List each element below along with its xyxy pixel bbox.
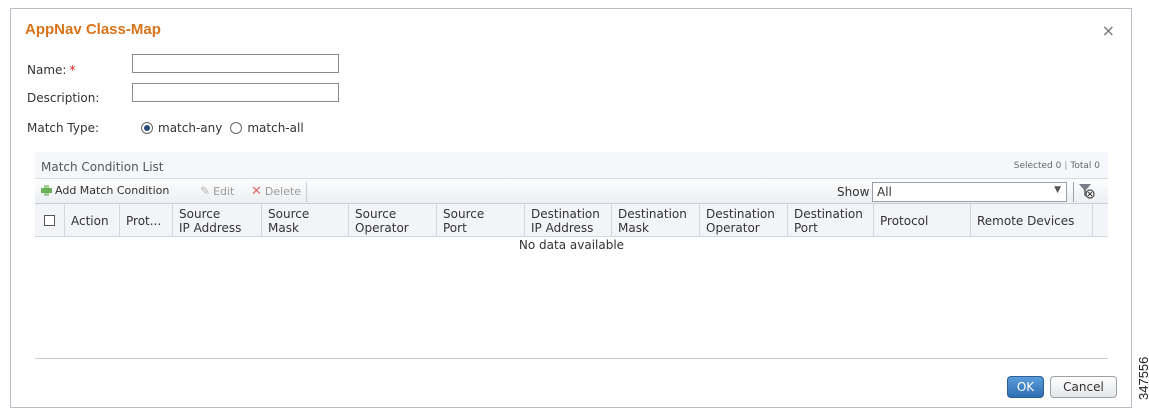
panel-title: Match Condition List [41,160,164,174]
name-input[interactable] [132,54,339,73]
description-input[interactable] [132,83,339,102]
pencil-icon: ✎ [200,184,211,198]
column-header[interactable]: Destination Mask [612,204,700,237]
match-all-radio[interactable] [230,122,243,134]
name-label: Name: * [27,63,75,77]
edit-button[interactable]: ✎ Edit [200,184,234,198]
column-header[interactable]: Destination IP Address [525,204,612,237]
column-header-line: IP Address [179,220,242,235]
delete-button[interactable]: ✕ Delete [251,184,301,199]
grid-toolbar: Add Match Condition ✎ Edit ✕ Delete Show… [35,178,1108,204]
column-header-text: Source IP Address [179,207,241,235]
select-all-column [35,204,65,237]
column-header-text: Source Mask [268,207,309,235]
column-header-line: IP Address [531,220,594,235]
select-all-checkbox[interactable] [44,215,55,226]
delete-x-icon: ✕ [251,184,262,199]
add-match-condition-label: Add Match Condition [55,184,170,197]
column-header[interactable]: Protocol [874,204,971,237]
close-icon[interactable]: × [1102,21,1115,40]
column-header-text: Prot... [126,213,162,228]
dialog-title: AppNav Class-Map [25,21,161,38]
ok-button[interactable]: OK [1007,376,1044,398]
class-map-dialog: AppNav Class-Map × Name: * Description: M… [10,8,1132,408]
column-header[interactable]: Source Operator [349,204,437,237]
show-select-value: All [877,185,892,199]
column-header-line: Operator [706,220,760,235]
column-header-line: Destination [618,206,687,221]
column-header-text: Source Port [443,207,484,235]
cancel-button[interactable]: Cancel [1050,376,1117,398]
show-label: Show [837,185,870,199]
name-label-text: Name: [27,63,67,77]
show-filter-select[interactable]: All ▼ [872,182,1067,202]
required-marker: * [69,63,76,77]
column-header-text: Destination Mask [618,207,687,235]
column-header-text: Destination Port [794,207,863,235]
chevron-down-icon: ▼ [1054,185,1061,195]
column-header[interactable]: Remote Devices [971,204,1093,237]
column-header-text: Remote Devices [977,213,1075,228]
column-header-text: Action [71,213,109,228]
add-condition-icon [41,185,52,196]
column-header[interactable]: Action [65,204,120,237]
column-header-text: Source Operator [355,207,409,235]
column-header-text: Protocol [880,213,929,228]
column-header[interactable]: Destination Operator [700,204,788,237]
column-header-line: Source [268,206,310,221]
column-header-line: Source [443,206,485,221]
filter-divider [1073,182,1074,202]
empty-grid-message: No data available [518,238,625,252]
selected-count: Selected 0 [1013,161,1062,171]
column-header-line: Destination [794,206,863,221]
grid-bottom-border [35,358,1108,359]
column-header-line: Source [355,206,397,221]
selection-counts: Selected 0 | Total 0 [1014,161,1100,171]
column-header-line: Destination [706,206,775,221]
column-header[interactable]: Source IP Address [173,204,262,237]
description-label: Description: [27,91,100,105]
total-count: Total 0 [1070,161,1100,171]
panel-header: Match Condition List Selected 0 | Total 0 [35,152,1108,178]
column-header-line: Operator [355,220,409,235]
column-header[interactable]: Source Port [437,204,525,237]
figure-id-label: 347556 [1136,356,1149,400]
grid-header: Action Prot... Source IP Address Source Ma… [35,204,1108,237]
add-match-condition-button[interactable]: Add Match Condition [41,184,169,197]
match-type-label: Match Type: [27,121,100,135]
column-header-text: Destination IP Address [531,207,600,235]
match-condition-panel: Match Condition List Selected 0 | Total 0 … [35,152,1108,359]
edit-label: Edit [213,184,235,198]
counts-separator: | [1064,161,1068,171]
filter-icon[interactable] [1077,182,1095,200]
match-all-label[interactable]: match-all [247,121,303,135]
delete-label: Delete [264,185,302,198]
column-header-line: Destination [531,206,600,221]
column-header-line: Mask [618,220,649,235]
column-header[interactable]: Prot... [120,204,173,237]
toolbar-divider [306,182,307,202]
column-header[interactable]: Destination Port [788,204,874,237]
column-header-text: Destination Operator [706,207,775,235]
column-header-line: Port [794,220,818,235]
column-header-line: Source [179,206,221,221]
column-header-line: Port [443,220,467,235]
column-header-line: Mask [268,220,299,235]
match-type-radio-group: match-any match-all [141,121,312,135]
match-any-label[interactable]: match-any [158,121,222,135]
match-any-radio[interactable] [141,122,153,134]
column-header[interactable]: Source Mask [262,204,349,237]
